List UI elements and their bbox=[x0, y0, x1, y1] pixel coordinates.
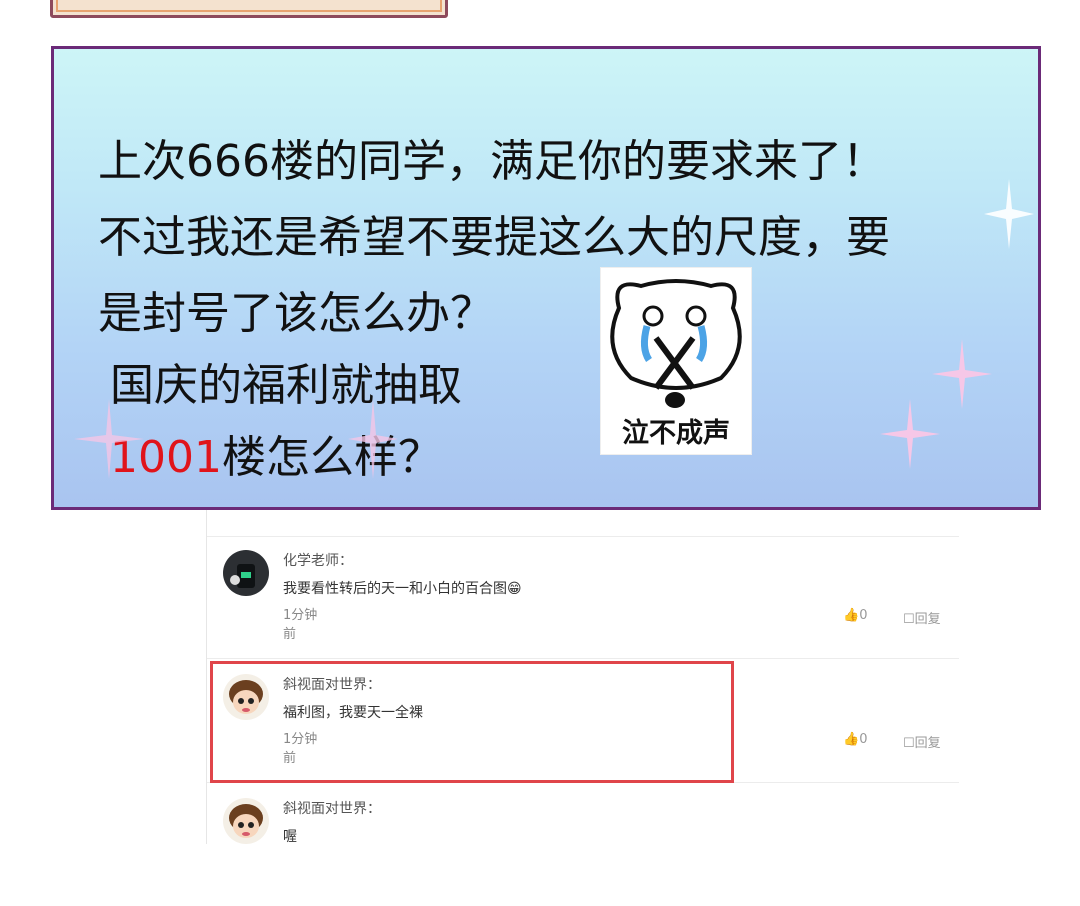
sparkle-icon bbox=[880, 399, 940, 469]
sparkle-icon bbox=[348, 399, 398, 479]
reply-button[interactable]: ☐回复 bbox=[903, 608, 941, 627]
announcement-line-3: 是封号了该怎么办？ bbox=[98, 288, 494, 339]
avatar[interactable] bbox=[223, 798, 269, 844]
avatar[interactable] bbox=[223, 550, 269, 596]
comment-text: 我要看性转后的天一和小白的百合图😁 bbox=[283, 581, 522, 597]
previous-panel-frame bbox=[50, 0, 448, 18]
reply-icon: ☐ bbox=[903, 612, 915, 627]
sticker-caption: 泣不成声 bbox=[622, 418, 730, 449]
reply-button[interactable]: ☐回复 bbox=[903, 732, 941, 751]
floor-question: 楼怎么样？ bbox=[221, 432, 442, 483]
crying-bear-icon bbox=[610, 279, 742, 408]
announcement-line-2: 不过我还是希望不要提这么大的尺度，要 bbox=[98, 212, 890, 263]
comment-text: 喔 bbox=[283, 829, 297, 845]
thumb-icon: 👍 bbox=[843, 608, 860, 623]
like-button[interactable]: 👍0 bbox=[843, 608, 867, 623]
reply-icon: ☐ bbox=[903, 736, 915, 751]
sparkle-icon bbox=[984, 179, 1034, 249]
comment-row: 化学老师： 我要看性转后的天一和小白的百合图😁 1分钟前 👍0 ☐回复 bbox=[207, 536, 959, 659]
crying-sticker: 泣不成声 bbox=[600, 267, 752, 455]
like-button[interactable]: 👍0 bbox=[843, 732, 867, 747]
comment-time: 1分钟前 bbox=[283, 608, 318, 642]
highlight-box bbox=[210, 661, 734, 783]
comment-username[interactable]: 斜视面对世界： bbox=[283, 798, 381, 818]
thumb-icon: 👍 bbox=[843, 732, 860, 747]
sparkle-icon bbox=[74, 399, 144, 479]
comment-row: 斜视面对世界： 喔 bbox=[207, 784, 959, 906]
sparkle-icon bbox=[932, 339, 992, 409]
announcement-line-1: 上次666楼的同学，满足你的要求来了！ bbox=[98, 136, 886, 187]
comment-username[interactable]: 化学老师： bbox=[283, 550, 353, 570]
announcement-line-4: 国庆的福利就抽取 bbox=[110, 360, 462, 411]
announcement-panel: 上次666楼的同学，满足你的要求来了！ 不过我还是希望不要提这么大的尺度，要 是… bbox=[51, 46, 1041, 510]
